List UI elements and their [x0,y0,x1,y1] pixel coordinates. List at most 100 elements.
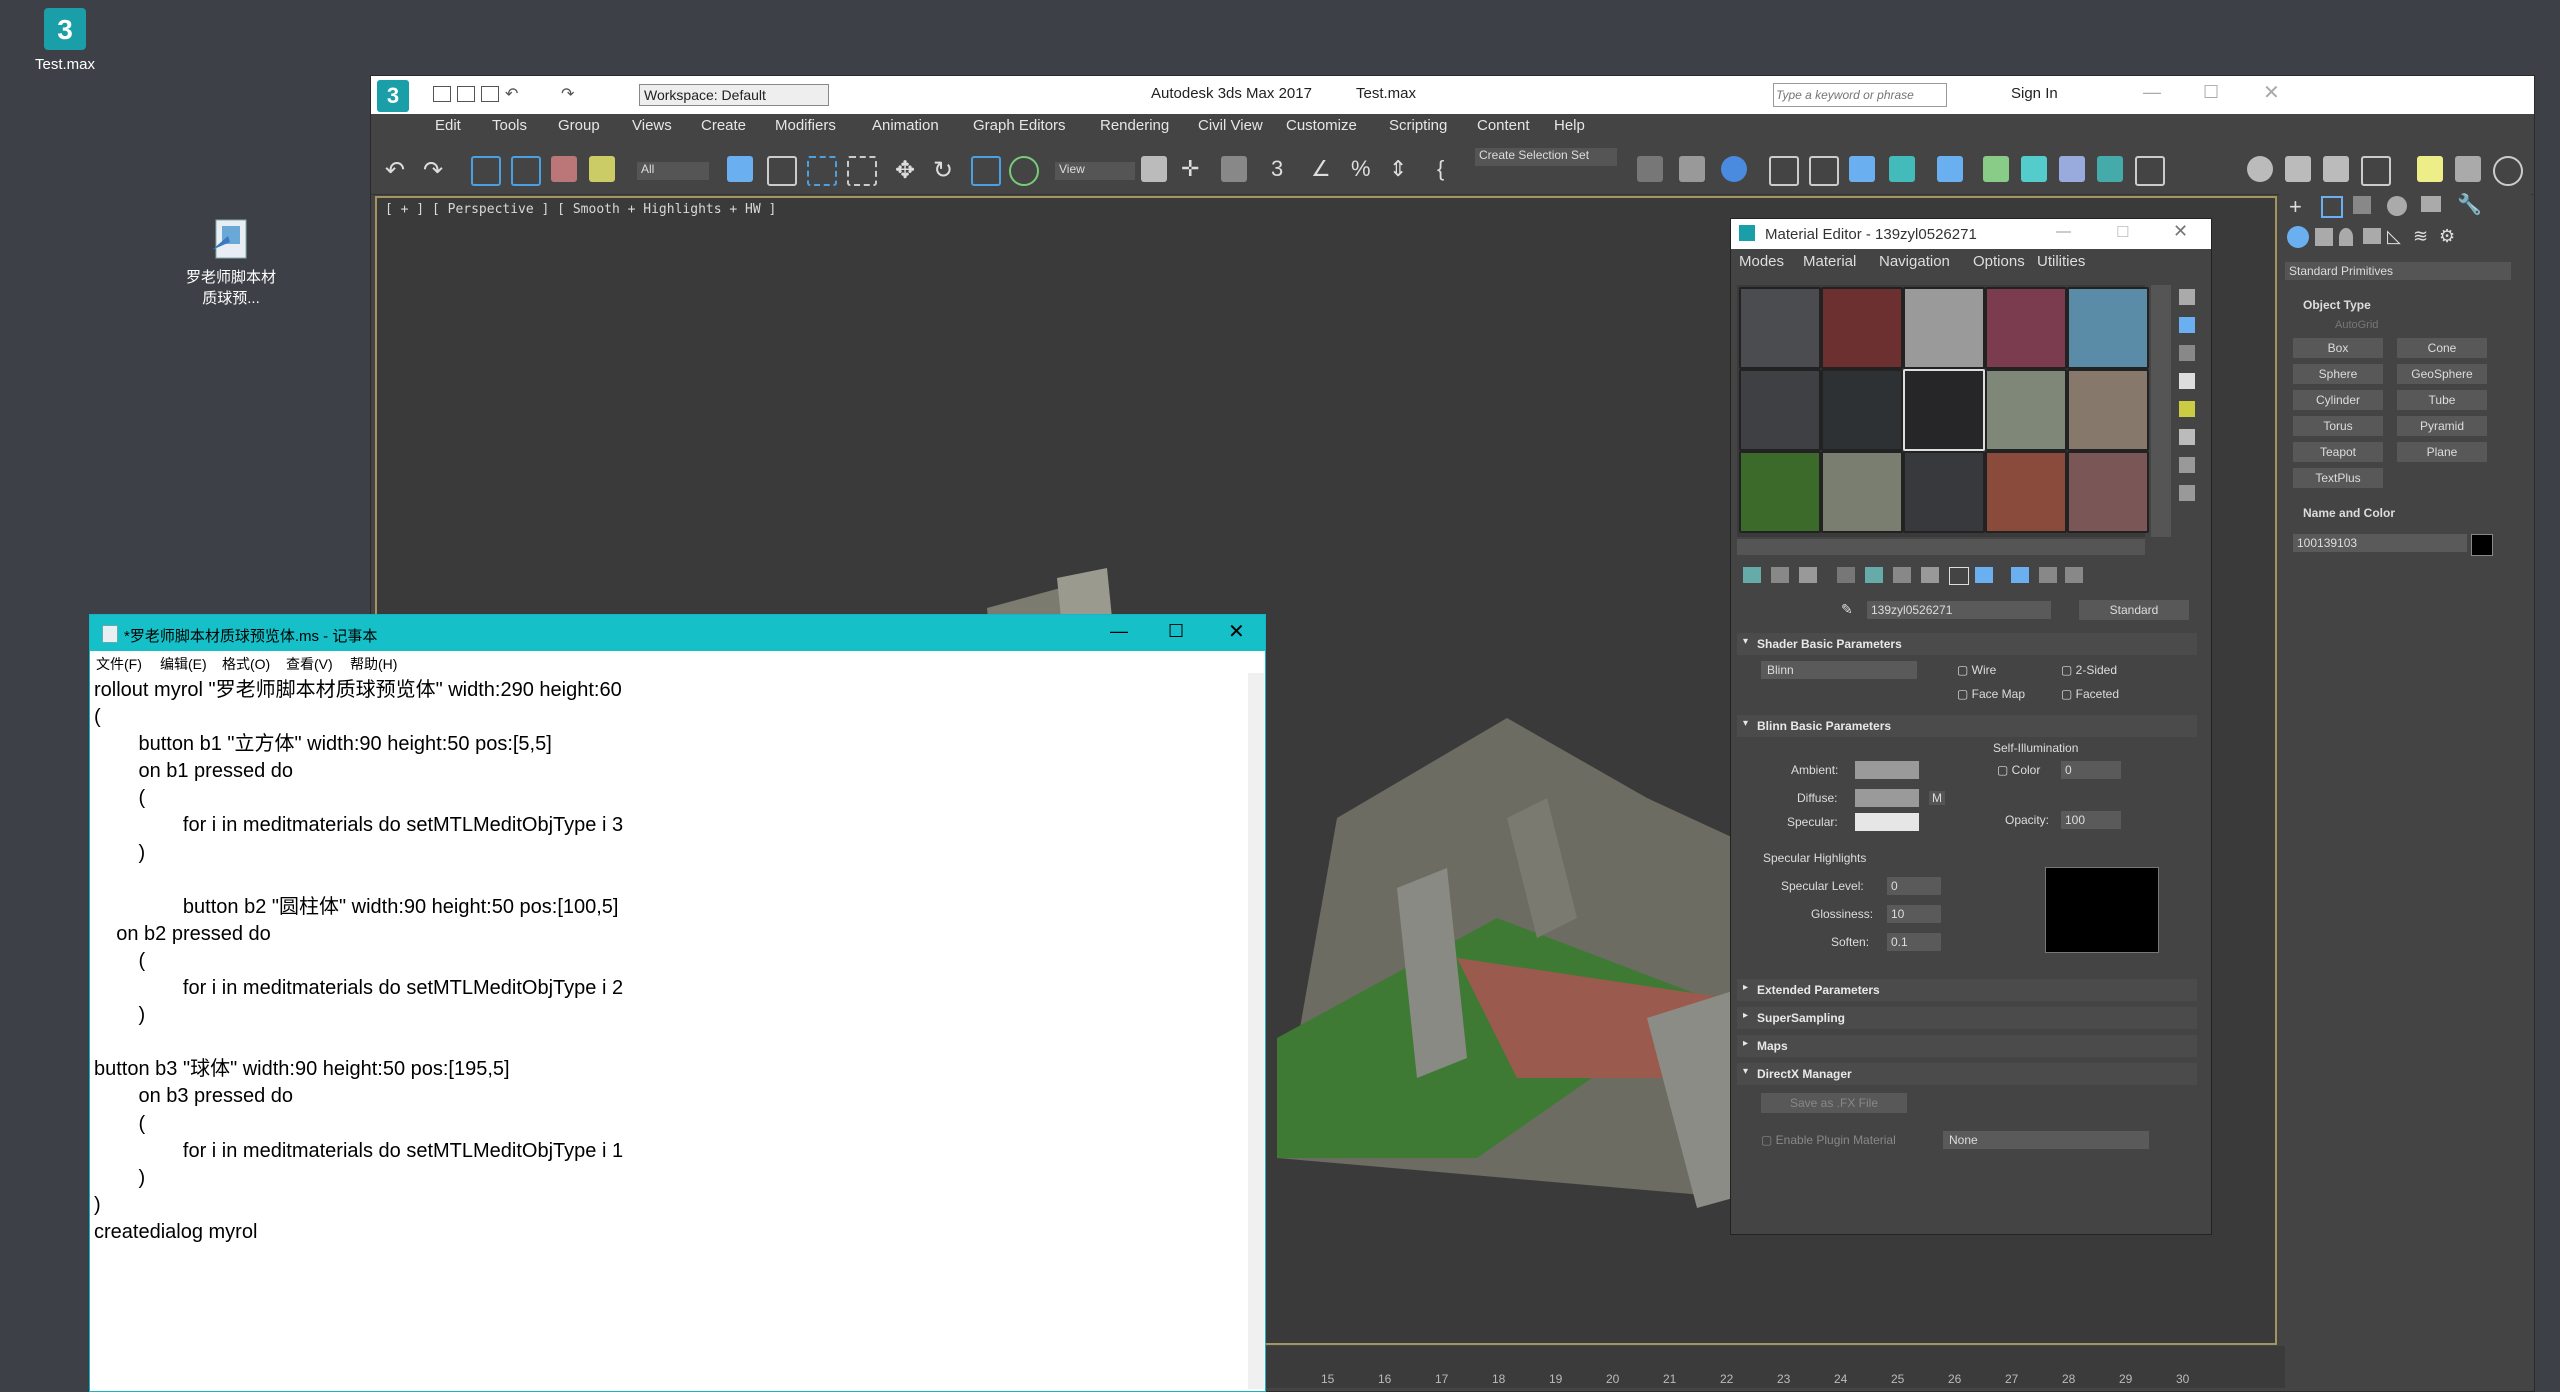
face-map-checkbox[interactable]: ▢ Face Map [1957,687,2025,701]
opacity-spinner[interactable]: 100 [2061,811,2121,829]
object-name-field[interactable]: 100139103 [2293,534,2467,552]
close-button[interactable]: ✕ [1228,619,1245,644]
menu-utilities[interactable]: Utilities [2037,253,2085,270]
undo-icon[interactable]: ↶ [505,84,518,104]
notepad-text-area[interactable]: rollout myrol "罗老师脚本材质球预览体" width:290 he… [94,677,1244,1377]
get-material-icon[interactable] [1743,567,1761,583]
backlight-icon[interactable] [2179,317,2195,333]
shapes-icon[interactable] [2315,228,2333,246]
sample-slot[interactable] [1821,451,1903,533]
reference-coordinate-dropdown[interactable]: View [1055,162,1135,180]
window-crossing-icon[interactable] [847,156,877,186]
select-object-icon[interactable] [727,156,753,182]
menu-views[interactable]: Views [632,117,672,134]
sample-slot[interactable] [1821,369,1903,451]
sample-slot[interactable] [1739,369,1821,451]
rectangular-selection-icon[interactable] [807,156,837,186]
hierarchy-tab-icon[interactable] [2353,196,2371,214]
material-editor-icon[interactable] [1937,156,1963,182]
batch-render-icon[interactable] [2361,156,2391,186]
scene-explorer-icon[interactable] [1769,156,1799,186]
go-to-parent-icon[interactable] [2039,567,2057,583]
sample-slot[interactable] [1903,451,1985,533]
minimize-button[interactable]: — [2143,82,2161,103]
snaps-toggle-icon[interactable]: 3 [1271,156,1297,182]
sample-slot[interactable] [2067,369,2149,451]
sphere-button[interactable]: Sphere [2293,364,2383,384]
sun-icon[interactable] [2455,156,2481,182]
layer-explorer-icon[interactable] [1721,156,1747,182]
teapot-icon[interactable] [2247,156,2273,182]
menu-file[interactable]: 文件(F) [96,654,142,674]
sample-slots-scrollbar[interactable] [2151,285,2171,537]
two-sided-checkbox[interactable]: ▢ 2-Sided [2061,663,2117,677]
name-color-title[interactable]: Name and Color [2303,506,2395,520]
category-dropdown[interactable]: Standard Primitives [2285,262,2511,280]
schematic-view-icon[interactable] [1889,156,1915,182]
spinner-snap-icon[interactable]: ⇕ [1389,156,1415,182]
pivot-icon[interactable] [1141,156,1167,182]
menu-tools[interactable]: Tools [492,117,527,134]
helpers-icon[interactable]: ◺ [2387,226,2401,247]
menu-scripting[interactable]: Scripting [1389,117,1447,134]
light-lister-icon[interactable] [2417,156,2443,182]
menu-rendering[interactable]: Rendering [1100,117,1169,134]
go-forward-sibling-icon[interactable] [2065,567,2083,583]
search-input[interactable] [1773,83,1947,107]
object-color-swatch[interactable] [2471,534,2493,556]
manipulate-icon[interactable]: ✛ [1181,156,1207,182]
tube-button[interactable]: Tube [2397,390,2487,410]
sample-slot[interactable] [1821,287,1903,369]
minimize-button[interactable]: — [1110,621,1128,642]
box-button[interactable]: Box [2293,338,2383,358]
background-icon[interactable] [2179,345,2195,361]
move-icon[interactable]: ✥ [895,156,921,184]
menu-civil-view[interactable]: Civil View [1198,117,1263,134]
minimize-button[interactable]: — [2056,223,2071,240]
faceted-checkbox[interactable]: ▢ Faceted [2061,687,2119,701]
cameras-icon[interactable] [2363,228,2381,244]
shader-dropdown[interactable]: Blinn [1761,661,1917,679]
link-icon[interactable] [471,156,501,186]
select-by-material-icon[interactable] [2179,485,2195,501]
save-file-icon[interactable] [481,86,499,102]
material-id-icon[interactable] [1921,567,1939,583]
sign-in-button[interactable]: Sign In [2011,85,2058,102]
object-type-title[interactable]: Object Type [2303,298,2371,312]
create-tab-icon[interactable]: + [2289,194,2302,220]
motion-tab-icon[interactable] [2387,196,2407,216]
sample-slot[interactable] [1985,287,2067,369]
geometry-icon[interactable] [2287,226,2309,248]
desktop-icon-script[interactable]: 罗老师脚本材质球预... [166,216,296,308]
menu-animation[interactable]: Animation [872,117,939,134]
eyedropper-icon[interactable]: ✎ [1841,601,1853,618]
angle-snap-icon[interactable]: ∠ [1311,156,1337,182]
pyramid-button[interactable]: Pyramid [2397,416,2487,436]
ambient-color-swatch[interactable] [1855,761,1919,779]
place-icon[interactable] [1009,156,1039,186]
extended-params-rollout[interactable]: ▸ Extended Parameters [1737,979,2197,1001]
redo-icon[interactable]: ↷ [423,156,449,184]
autogrid-checkbox[interactable]: AutoGrid [2335,319,2378,331]
diffuse-map-button[interactable]: M [1929,791,1945,805]
utilities-tab-icon[interactable]: 🔧 [2457,192,2482,217]
maximize-button[interactable]: ☐ [2203,82,2219,103]
video-color-check-icon[interactable] [2179,401,2195,417]
make-preview-icon[interactable] [2179,429,2195,445]
workspace-dropdown[interactable]: Workspace: Default [639,84,829,106]
maximize-button[interactable]: ☐ [2116,223,2129,241]
keyboard-shortcut-icon[interactable] [1221,156,1247,182]
menu-create[interactable]: Create [701,117,746,134]
plane-button[interactable]: Plane [2397,442,2487,462]
open-file-icon[interactable] [457,86,475,102]
sample-slot[interactable] [1739,287,1821,369]
shader-basic-rollout[interactable]: ▾ Shader Basic Parameters [1737,633,2197,655]
menu-format[interactable]: 格式(O) [222,654,270,674]
diffuse-color-swatch[interactable] [1855,789,1919,807]
put-to-library-icon[interactable] [1893,567,1911,583]
named-selection-icon[interactable]: { [1437,156,1463,182]
sample-uv-tiling-icon[interactable] [2179,373,2195,389]
app-logo-icon[interactable]: 3 [377,80,409,112]
menu-help[interactable]: Help [1554,117,1585,134]
geosphere-button[interactable]: GeoSphere [2397,364,2487,384]
